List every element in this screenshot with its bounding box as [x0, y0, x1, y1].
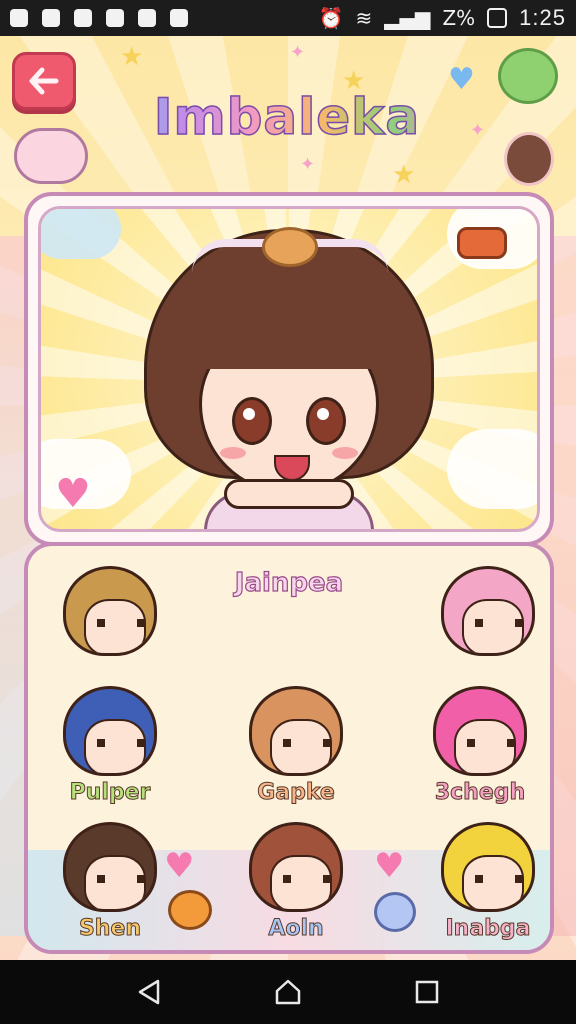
- candy-icon: [457, 227, 507, 259]
- battery-percent: Z%: [442, 6, 476, 30]
- notification-icon: [42, 9, 60, 27]
- battery-icon: [487, 8, 508, 28]
- character-portrait: [63, 686, 157, 776]
- status-bar: ⏰ ≋ ▂▄▆ Z% 1:25: [0, 0, 576, 36]
- character-label: Inabga: [445, 916, 531, 942]
- character-option[interactable]: 3chegh: [420, 686, 540, 810]
- character-option[interactable]: Pulper: [50, 686, 170, 810]
- hero-preview: ♥: [38, 206, 540, 532]
- character-portrait: [433, 686, 527, 776]
- nav-home-button[interactable]: [270, 974, 306, 1010]
- selected-character-name: Jainpea: [234, 567, 344, 598]
- nav-back-button[interactable]: [131, 974, 167, 1010]
- clock: 1:25: [519, 5, 566, 30]
- character-label: Shen: [78, 916, 142, 942]
- hero-character: [144, 227, 434, 529]
- pet-icon: [374, 892, 416, 932]
- character-eye: [306, 397, 346, 445]
- back-arrow-icon: [29, 67, 59, 95]
- notification-icon: [138, 9, 156, 27]
- navigation-bar: [0, 960, 576, 1024]
- notification-icon: [106, 9, 124, 27]
- heart-icon: ♥: [55, 471, 91, 517]
- character-blush: [220, 447, 246, 459]
- character-hands: [224, 479, 354, 509]
- cloud-icon: [41, 209, 121, 259]
- character-eye: [232, 397, 272, 445]
- character-portrait: [63, 822, 157, 912]
- nav-recents-icon: [415, 980, 438, 1004]
- signal-icon: ▂▄▆: [384, 6, 431, 30]
- frog-mascot-icon: [498, 48, 558, 104]
- character-mouth: [274, 455, 310, 481]
- notification-icon: [170, 9, 188, 27]
- sparkle-icon: ✦: [290, 42, 306, 63]
- notification-icon: [74, 9, 92, 27]
- sparkle-icon: ✦: [300, 154, 316, 175]
- page-title: Imbaleka: [112, 87, 462, 147]
- character-label: 3chegh: [434, 780, 526, 806]
- sparkle-icon: ✦: [470, 120, 486, 141]
- bear-mascot-icon: [14, 128, 88, 184]
- character-label: Pulper: [69, 780, 151, 806]
- app-screen: Imbaleka ★ ★ ★ ✦ ✦ ✦ ♥ ♥ Jainpea Pulper …: [0, 36, 576, 960]
- girl-mascot-icon: [504, 132, 554, 186]
- character-portrait: [249, 686, 343, 776]
- character-option[interactable]: Gapke: [236, 686, 356, 810]
- nav-home-icon: [275, 979, 301, 1005]
- wifi-icon: ≋: [355, 6, 373, 30]
- character-portrait: [441, 822, 535, 912]
- hero-card: ♥: [24, 192, 554, 546]
- character-option[interactable]: Aoln: [236, 822, 356, 946]
- nav-back-icon: [139, 979, 160, 1005]
- notification-icon: [10, 9, 28, 27]
- back-button[interactable]: [12, 52, 76, 110]
- nav-recents-button[interactable]: [409, 974, 445, 1010]
- star-icon: ★: [392, 160, 416, 190]
- heart-icon: ♥: [164, 846, 195, 886]
- star-icon: ★: [120, 42, 144, 72]
- cloud-icon: [447, 429, 537, 509]
- character-option[interactable]: Inabga: [428, 822, 548, 946]
- character-option[interactable]: Shen: [50, 822, 170, 946]
- character-label: Gapke: [257, 780, 336, 806]
- character-portrait: [249, 822, 343, 912]
- alarm-icon: ⏰: [318, 6, 344, 30]
- character-blush: [332, 447, 358, 459]
- headband-bun-icon: [262, 227, 318, 267]
- character-select-panel: Jainpea Pulper Gapke 3chegh Shen Aoln In…: [24, 542, 554, 954]
- character-bangs: [184, 289, 394, 369]
- notification-icons: [10, 9, 188, 27]
- heart-icon: ♥: [374, 846, 405, 886]
- pet-icon: [168, 890, 212, 930]
- character-label: Aoln: [268, 916, 324, 942]
